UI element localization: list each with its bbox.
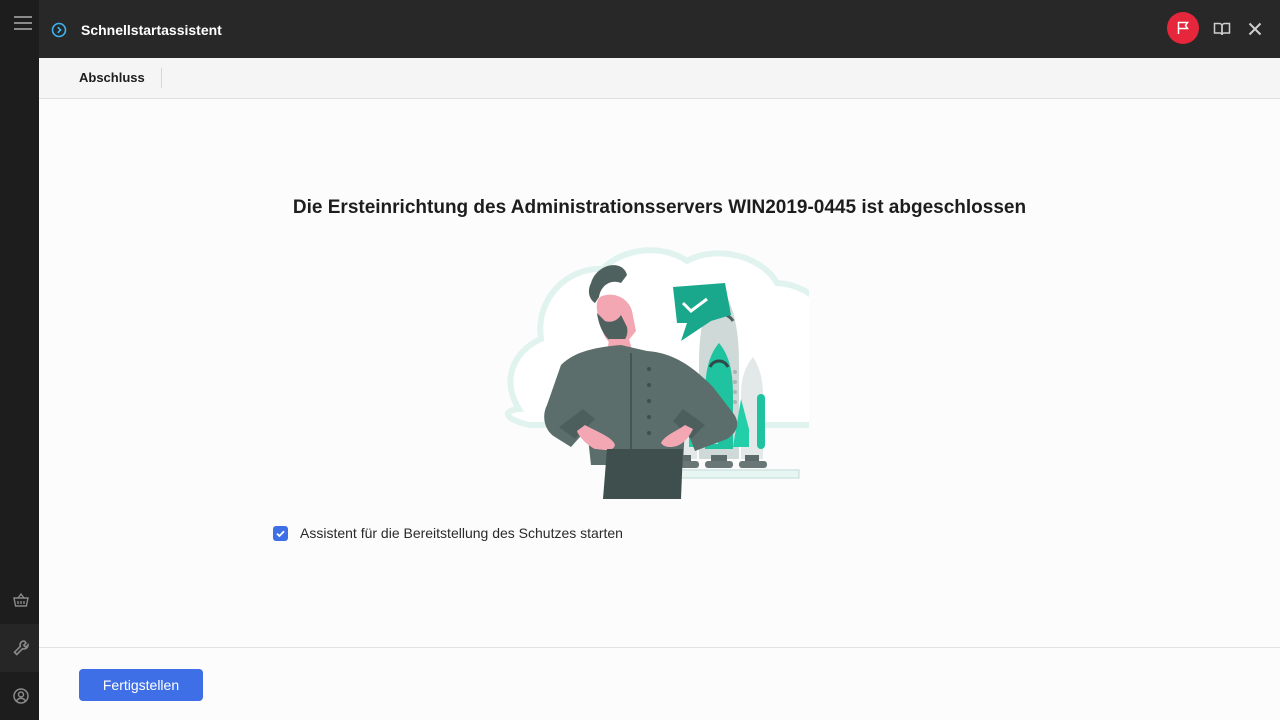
page-title: Die Ersteinrichtung des Administrationss… [292, 197, 1027, 218]
title-bar: Schnellstartassistent [39, 0, 1280, 58]
finish-button[interactable]: Fertigstellen [79, 669, 203, 701]
wrench-icon[interactable] [12, 639, 30, 657]
checkmark-icon [276, 530, 285, 537]
account-icon[interactable] [12, 687, 30, 705]
protection-wizard-checkbox[interactable] [273, 525, 288, 541]
play-circle-icon [51, 22, 67, 38]
footer: Fertigstellen [39, 647, 1280, 720]
book-icon[interactable] [1212, 19, 1232, 39]
close-icon[interactable] [1245, 19, 1265, 39]
protection-wizard-checkbox-label: Assistent für die Bereitstellung des Sch… [300, 525, 623, 541]
flag-button[interactable] [1167, 12, 1199, 44]
window-title: Schnellstartassistent [81, 22, 222, 38]
main-content: Die Ersteinrichtung des Administrationss… [39, 99, 1280, 647]
rocket-illustration [499, 239, 854, 509]
sidebar [0, 0, 39, 720]
hamburger-menu-icon[interactable] [14, 16, 32, 32]
basket-icon[interactable] [12, 591, 30, 609]
step-current[interactable]: Abschluss [79, 70, 145, 85]
flag-icon [1177, 21, 1189, 34]
protection-wizard-checkbox-row[interactable]: Assistent für die Bereitstellung des Sch… [273, 525, 623, 541]
step-bar: Abschluss [39, 58, 1280, 99]
step-divider [161, 68, 162, 88]
